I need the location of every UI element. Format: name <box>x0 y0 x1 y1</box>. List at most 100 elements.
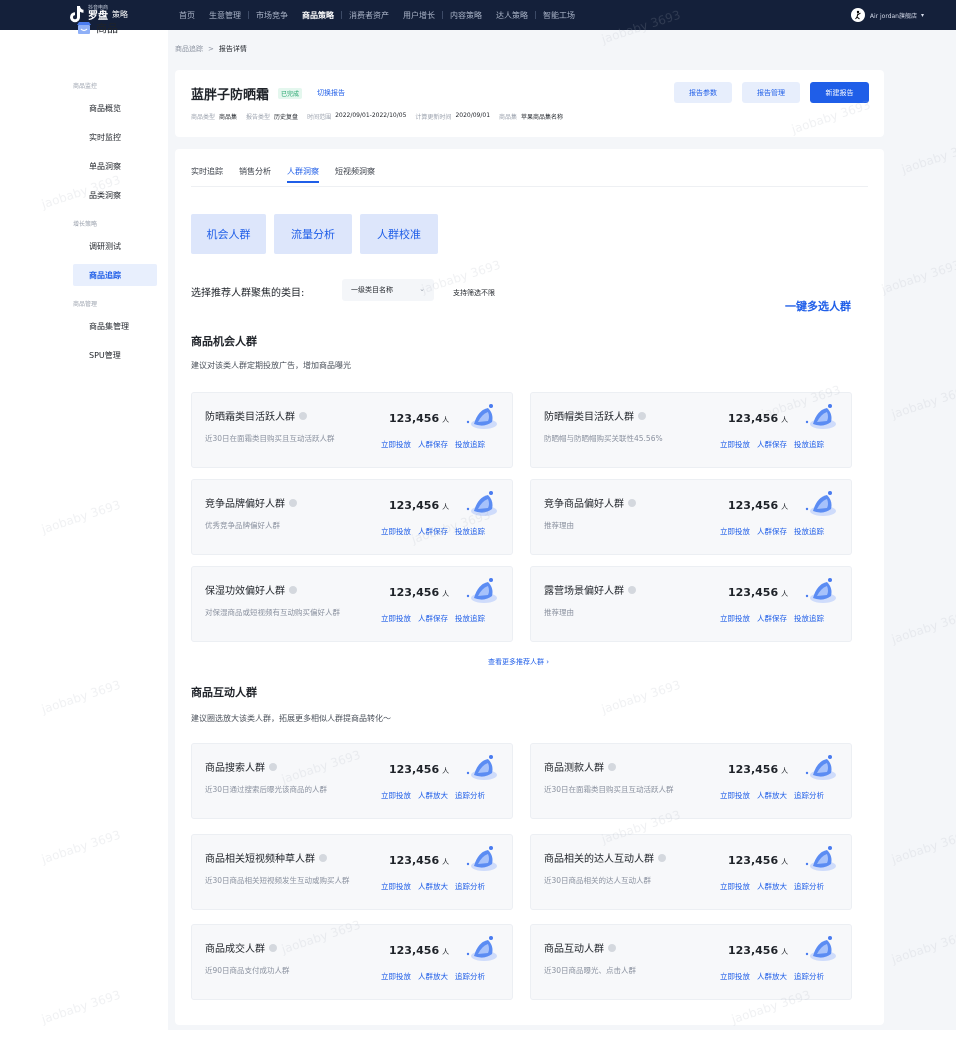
audience-action-link[interactable]: 人群保存 <box>418 613 448 624</box>
nav-item-market[interactable]: 市场竞争 <box>249 10 295 21</box>
help-icon[interactable] <box>608 762 616 771</box>
audience-action-link[interactable]: 人群保存 <box>757 526 787 537</box>
nav-item-user-growth[interactable]: 用户增长 <box>396 10 442 21</box>
help-icon[interactable] <box>289 585 297 594</box>
audience-action-link[interactable]: 立即投放 <box>720 526 750 537</box>
audience-action-link[interactable]: 人群放大 <box>757 971 787 982</box>
audience-action-link[interactable]: 人群保存 <box>757 613 787 624</box>
audience-action-link[interactable]: 追踪分析 <box>794 881 824 892</box>
audience-card[interactable]: 防晒帽类目活跃人群 防晒帽与防晒帽购买关联性45.56% 123,456 人立即投放人… <box>530 392 852 468</box>
sidebar-item-product-tracking[interactable]: 商品追踪 <box>73 264 157 286</box>
switch-report-link[interactable]: 切换报告 <box>317 88 345 98</box>
help-icon[interactable] <box>628 498 636 507</box>
help-icon[interactable] <box>269 762 277 771</box>
audience-card[interactable]: 商品成交人群 近90日商品支付成功人群 123,456 人立即投放 人群放大 追踪分析 <box>191 924 513 1000</box>
audience-action-link[interactable]: 人群放大 <box>757 881 787 892</box>
audience-action-link[interactable]: 投放追踪 <box>794 526 824 537</box>
segment-audience-calibration[interactable]: 人群校准 <box>360 214 438 254</box>
help-icon[interactable] <box>608 943 616 952</box>
audience-card[interactable]: 保湿功效偏好人群 对保湿商品或短视频有互动购买偏好人群 123,456 人立即投放 人群… <box>191 566 513 642</box>
audience-action-link[interactable]: 立即投放 <box>381 881 411 892</box>
tab-sales-analysis[interactable]: 销售分析 <box>239 166 271 183</box>
help-icon[interactable] <box>638 411 646 420</box>
sidebar-item-product-set-manage[interactable]: 商品集管理 <box>73 315 157 337</box>
nav-item-smart-factory[interactable]: 智能工场 <box>536 10 582 21</box>
sidebar-item-spu-manage[interactable]: SPU管理 <box>73 344 157 366</box>
nav-item-content-strategy[interactable]: 内容策略 <box>443 10 489 21</box>
user-menu[interactable]: Air jordan旗舰店 ▾ <box>850 8 924 22</box>
audience-card-desc: 近30日商品相关的达人互动人群 <box>544 876 652 885</box>
audience-action-link[interactable]: 人群放大 <box>418 790 448 801</box>
segment-traffic-analysis[interactable]: 流量分析 <box>274 214 352 254</box>
nav-item-creator-strategy[interactable]: 达人策略 <box>489 10 535 21</box>
audience-illustration-icon <box>805 404 836 429</box>
multi-select-audience-button[interactable]: 一键多选人群 <box>785 298 851 314</box>
audience-action-link[interactable]: 人群保存 <box>418 526 448 537</box>
tab-audience-insight[interactable]: 人群洞察 <box>287 166 319 183</box>
view-more-recommended-link[interactable]: 查看更多推荐人群 › <box>488 657 549 667</box>
audience-card[interactable]: 防晒霜类目活跃人群 近30日在面霜类目购买且互动活跃人群 123,456 人立即投放人… <box>191 392 513 468</box>
segment-opportunity-audience[interactable]: 机会人群 <box>191 214 266 254</box>
audience-action-link[interactable]: 人群保存 <box>757 439 787 450</box>
audience-action-link[interactable]: 立即投放 <box>720 613 750 624</box>
sidebar-item-single-insight[interactable]: 单品洞察 <box>73 155 157 177</box>
help-icon[interactable] <box>299 411 307 420</box>
audience-action-link[interactable]: 人群保存 <box>418 439 448 450</box>
audience-action-link[interactable]: 投放追踪 <box>455 526 485 537</box>
audience-action-link[interactable]: 追踪分析 <box>794 790 824 801</box>
audience-card[interactable]: 商品测款人群 近30日在面霜类目购买且互动活跃人群 123,456 人立即投放 人群放大… <box>530 743 852 819</box>
nav-item-product-strategy[interactable]: 商品策略 <box>295 10 341 21</box>
sidebar-item-product-overview[interactable]: 商品概览 <box>73 97 157 119</box>
audience-card[interactable]: 商品搜索人群 近30日通过搜索后曝光该商品的人群 123,456 人立即投放 人群放大追… <box>191 743 513 819</box>
help-icon[interactable] <box>319 853 327 862</box>
nav-item-consumer-assets[interactable]: 消费者资产 <box>342 10 396 21</box>
tab-realtime-tracking[interactable]: 实时追踪 <box>191 166 223 183</box>
audience-card[interactable]: 露营场景偏好人群 推荐理由 123,456 人立即投放 人群保存 投放追踪 <box>530 566 852 642</box>
audience-action-link[interactable]: 立即投放 <box>381 526 411 537</box>
audience-action-link[interactable]: 人群放大 <box>418 881 448 892</box>
category-select[interactable]: 一级类目名称 ⌄ <box>342 279 434 301</box>
sidebar-group-label: 增长策略 <box>73 221 98 228</box>
audience-card[interactable]: 竞争品牌偏好人群 优秀竞争品牌偏好人群 123,456 人立即投放 人群保存 投放追踪 <box>191 479 513 555</box>
sidebar <box>5 30 168 1030</box>
help-icon[interactable] <box>628 585 636 594</box>
audience-action-link[interactable]: 追踪分析 <box>455 790 485 801</box>
help-icon[interactable] <box>269 943 277 952</box>
audience-card[interactable]: 商品相关短视频种草人群 近30日商品相关短视频发生互动或购买人群 123,456 人立… <box>191 834 513 910</box>
breadcrumb-parent[interactable]: 商品追踪 <box>175 44 203 54</box>
audience-illustration-icon <box>466 755 497 780</box>
sidebar-item-research-test[interactable]: 调研测试 <box>73 235 157 257</box>
nav-item-home[interactable]: 首页 <box>172 10 202 21</box>
audience-action-link[interactable]: 投放追踪 <box>455 613 485 624</box>
audience-action-link[interactable]: 立即投放 <box>381 790 411 801</box>
audience-action-link[interactable]: 立即投放 <box>720 971 750 982</box>
audience-action-link[interactable]: 立即投放 <box>720 790 750 801</box>
audience-action-link[interactable]: 人群放大 <box>757 790 787 801</box>
help-icon[interactable] <box>289 498 297 507</box>
report-manage-button[interactable]: 报告管理 <box>742 82 800 103</box>
help-icon[interactable] <box>658 853 666 862</box>
audience-card[interactable]: 竞争商品偏好人群 推荐理由 123,456 人立即投放 人群保存 投放追踪 <box>530 479 852 555</box>
report-params-button[interactable]: 报告参数 <box>674 82 732 103</box>
tab-short-video-insight[interactable]: 短视频洞察 <box>335 166 375 183</box>
audience-card-title: 防晒帽类目活跃人群 <box>544 408 646 423</box>
sidebar-item-realtime-monitor[interactable]: 实时监控 <box>73 126 157 148</box>
audience-action-link[interactable]: 立即投放 <box>720 881 750 892</box>
audience-action-link[interactable]: 人群放大 <box>418 971 448 982</box>
audience-action-link[interactable]: 投放追踪 <box>794 613 824 624</box>
audience-card[interactable]: 商品相关的达人互动人群 近30日商品相关的达人互动人群 123,456 人立即投放 人群… <box>530 834 852 910</box>
audience-card-desc: 近30日在面霜类目购买且互动活跃人群 <box>205 434 335 443</box>
audience-action-link[interactable]: 投放追踪 <box>794 439 824 450</box>
audience-action-link[interactable]: 立即投放 <box>381 613 411 624</box>
audience-action-link[interactable]: 立即投放 <box>720 439 750 450</box>
new-report-button[interactable]: 新建报告 <box>810 82 869 103</box>
audience-action-link[interactable]: 追踪分析 <box>794 971 824 982</box>
audience-action-link[interactable]: 投放追踪 <box>455 439 485 450</box>
sidebar-item-category-insight[interactable]: 品类洞察 <box>73 184 157 206</box>
audience-action-link[interactable]: 追踪分析 <box>455 971 485 982</box>
audience-action-link[interactable]: 立即投放 <box>381 439 411 450</box>
audience-action-link[interactable]: 立即投放 <box>381 971 411 982</box>
nav-item-business[interactable]: 生意管理 <box>202 10 248 21</box>
audience-card[interactable]: 商品互动人群 近30日商品曝光、点击人群 123,456 人立即投放 人群放大 追踪分析 <box>530 924 852 1000</box>
audience-action-link[interactable]: 追踪分析 <box>455 881 485 892</box>
